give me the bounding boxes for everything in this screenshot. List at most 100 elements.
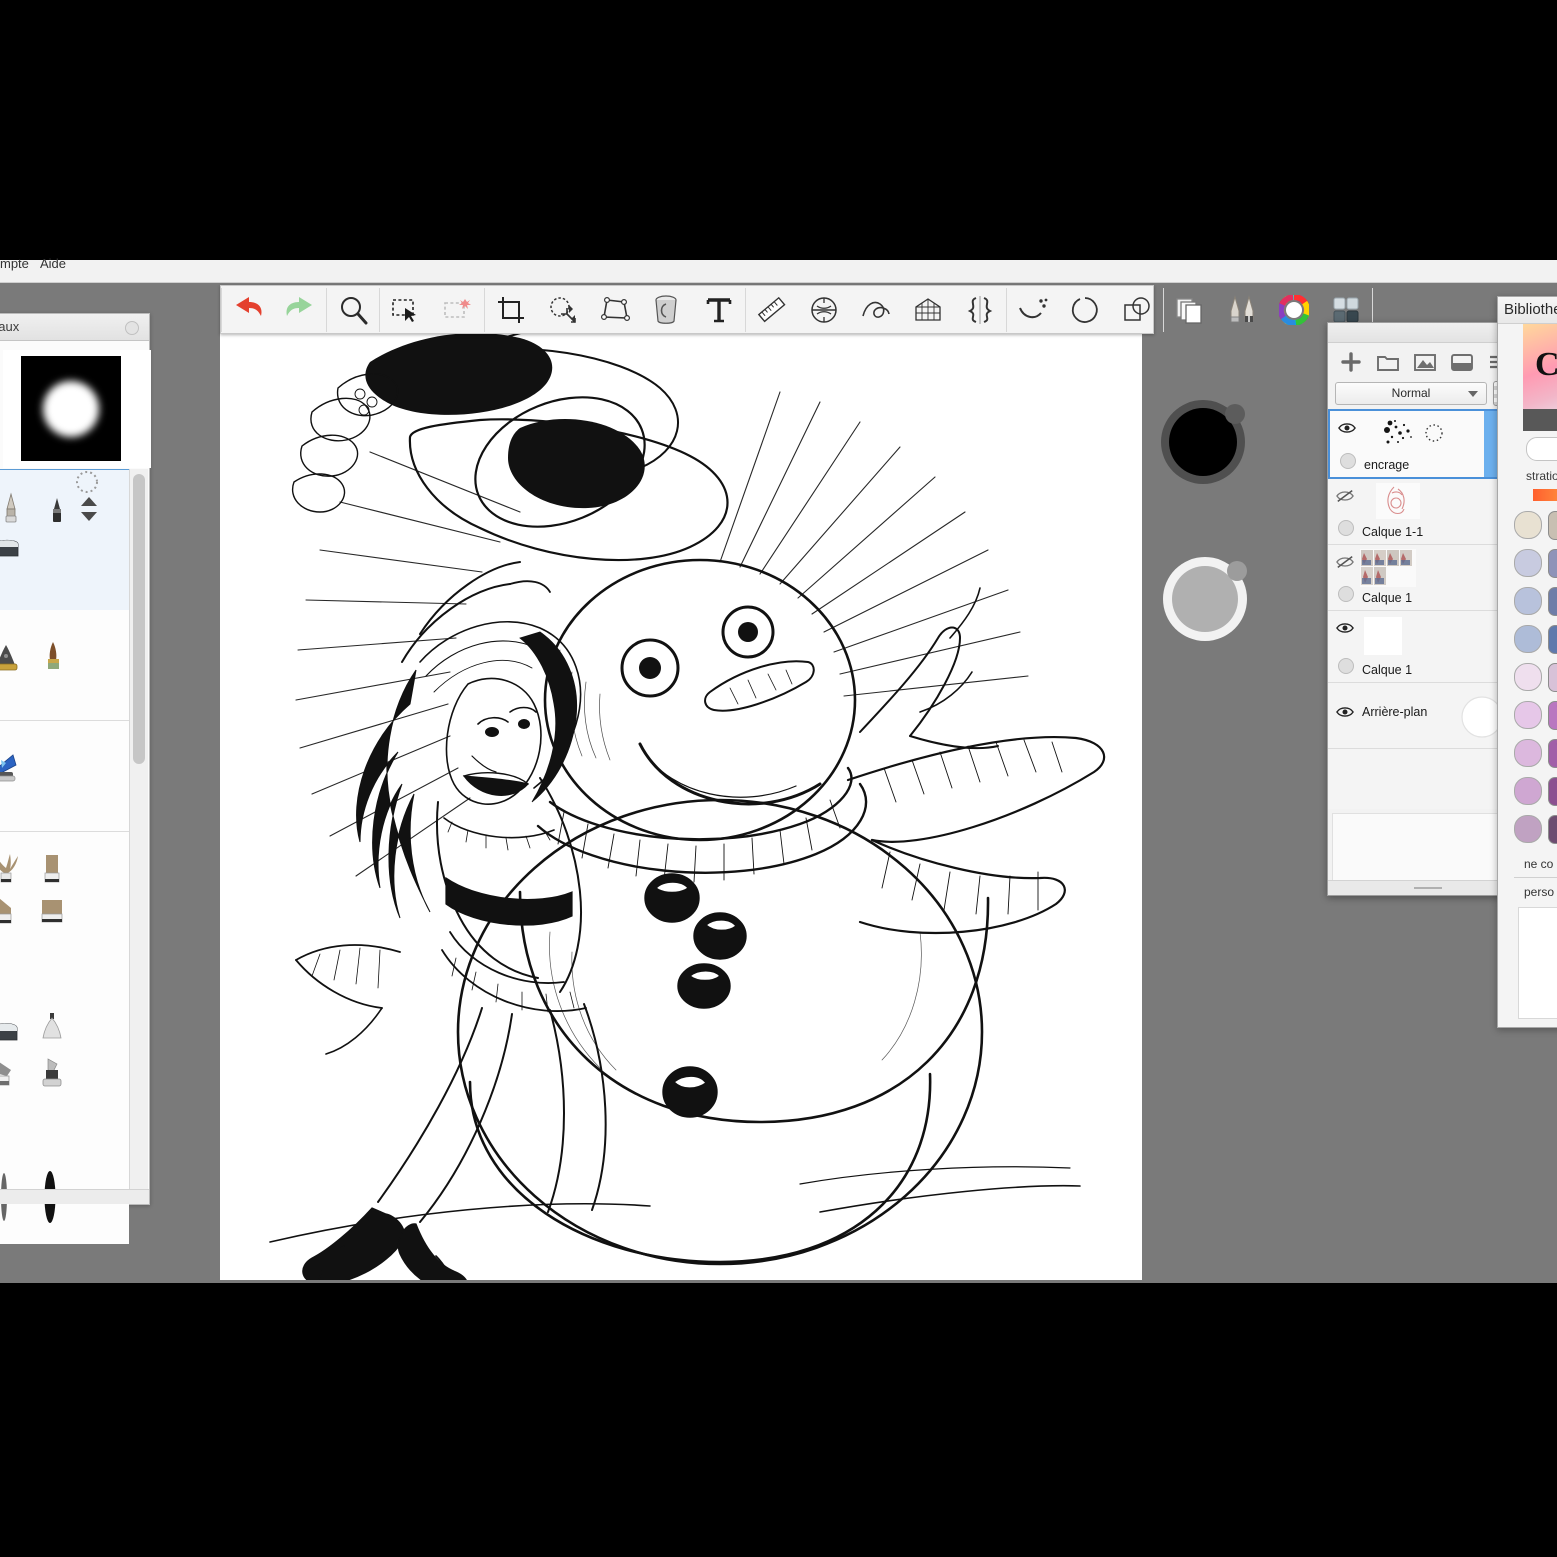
eraser-icon[interactable]	[0, 1014, 23, 1048]
shape-boolean-icon[interactable]	[1111, 287, 1163, 332]
menu-item-compte[interactable]: mpte	[0, 256, 29, 271]
swatch-pill[interactable]: V9	[1548, 815, 1557, 844]
swatch-dot[interactable]	[1514, 511, 1542, 539]
move-icon[interactable]	[537, 287, 589, 332]
brushes-scrollbar-thumb[interactable]	[133, 474, 145, 764]
eraser-block-icon[interactable]	[0, 532, 24, 566]
dotted-circle-icon[interactable]	[70, 465, 104, 499]
swatch-dot[interactable]	[1514, 815, 1542, 843]
brush-group-bristle[interactable]	[0, 832, 129, 995]
swatch-pill[interactable]: V1	[1548, 701, 1557, 730]
swatch-pill[interactable]: V0	[1548, 777, 1557, 806]
layer-thumbnail[interactable]	[1360, 549, 1416, 587]
library-swatch-row[interactable]: V0	[1514, 775, 1557, 807]
round-brush-icon[interactable]	[36, 638, 70, 672]
eye-hidden-icon[interactable]	[1336, 489, 1354, 503]
grid-icon[interactable]	[902, 287, 954, 332]
menu-item-aide[interactable]: Aide	[40, 256, 66, 271]
airbrush-icon[interactable]	[0, 751, 23, 785]
library-search-input[interactable]	[1526, 437, 1557, 461]
canvas-area[interactable]	[220, 332, 1142, 1280]
chisel-tool-icon[interactable]	[0, 1056, 23, 1090]
library-swatch-row[interactable]: B7 00	[1514, 509, 1557, 541]
symmetry-icon[interactable]	[954, 287, 1006, 332]
marker-tool-icon[interactable]	[35, 1056, 69, 1090]
transform-icon[interactable]	[589, 287, 641, 332]
layer-thumbnail[interactable]	[1376, 483, 1420, 519]
lasso-icon[interactable]	[1007, 287, 1059, 332]
wide-brush-icon[interactable]	[35, 894, 69, 928]
swatch-pill[interactable]: B7 2	[1548, 587, 1557, 616]
library-cover-image[interactable]: C	[1523, 324, 1557, 409]
library-swatch-row[interactable]: B7 2	[1514, 585, 1557, 617]
swatch-dot[interactable]	[1514, 739, 1542, 767]
eye-visible-icon[interactable]	[1336, 621, 1354, 635]
brushes-panel[interactable]: eaux	[0, 313, 151, 1244]
cone-tool-icon[interactable]	[35, 1010, 69, 1044]
fill-bucket-icon[interactable]	[641, 287, 693, 332]
swatch-pill[interactable]: B7 1	[1548, 625, 1557, 654]
crop-icon[interactable]	[485, 287, 537, 332]
library-swatch-row[interactable]: V0	[1514, 737, 1557, 769]
fan-brush-icon[interactable]	[0, 852, 23, 886]
library-swatch-row[interactable]: B7 1	[1514, 623, 1557, 655]
perspective-icon[interactable]	[798, 287, 850, 332]
new-folder-icon[interactable]	[1371, 347, 1405, 377]
layer-lock-toggle[interactable]	[1338, 520, 1354, 536]
swatch-dot[interactable]	[1514, 625, 1542, 653]
eye-hidden-icon[interactable]	[1336, 555, 1354, 569]
zoom-icon[interactable]	[327, 287, 379, 332]
resize-grip[interactable]	[1414, 887, 1442, 889]
chevron-down-icon[interactable]	[1468, 390, 1478, 397]
main-toolbar[interactable]	[220, 285, 1373, 334]
angle-brush-icon[interactable]	[0, 894, 23, 928]
import-image-icon[interactable]	[1408, 347, 1442, 377]
brush-group-eraser[interactable]	[0, 994, 129, 1150]
text-icon[interactable]	[693, 287, 745, 332]
brush-pair-icon[interactable]	[1216, 287, 1268, 332]
swatch-dot[interactable]	[1514, 777, 1542, 805]
layer-lock-toggle[interactable]	[1338, 658, 1354, 674]
swatch-dot[interactable]	[1514, 701, 1542, 729]
library-swatch-row[interactable]: V9	[1514, 813, 1557, 845]
layer-mask-icon[interactable]	[1445, 347, 1479, 377]
ink-pen-icon[interactable]	[0, 640, 23, 674]
undo-icon[interactable]	[222, 287, 274, 332]
brush-group-ink[interactable]	[0, 610, 129, 721]
library-swatch-row[interactable]: V 00	[1514, 661, 1557, 693]
eye-visible-icon[interactable]	[1338, 421, 1356, 435]
brush-group-airbrush[interactable]	[0, 721, 129, 832]
background-color-orb[interactable]	[1161, 553, 1253, 645]
swatch-dot[interactable]	[1514, 663, 1542, 691]
panel-collapse-icon[interactable]	[125, 321, 139, 335]
marker-pen-icon[interactable]	[40, 494, 74, 528]
layer-thumbnail[interactable]	[1376, 415, 1472, 453]
brush-group-pen[interactable]	[0, 469, 131, 611]
swatch-pill[interactable]: B7 1	[1548, 549, 1557, 578]
swatch-pill[interactable]: B7 00	[1548, 511, 1557, 540]
layer-lock-toggle[interactable]	[1340, 453, 1356, 469]
swatch-pill[interactable]: V0	[1548, 739, 1557, 768]
ruler-icon[interactable]	[746, 287, 798, 332]
blend-mode-select[interactable]: Normal	[1335, 381, 1487, 405]
color-wheel-icon[interactable]	[1268, 287, 1320, 332]
swatch-dot[interactable]	[1514, 549, 1542, 577]
swatch-dot[interactable]	[1514, 587, 1542, 615]
curve-icon[interactable]	[850, 287, 902, 332]
library-panel[interactable]: Bibliothe C stratio B7 00 B7 1 B7 2 B7 1…	[1497, 296, 1557, 1028]
eye-visible-icon[interactable]	[1336, 705, 1354, 719]
ellipse-icon[interactable]	[1059, 287, 1111, 332]
add-layer-icon[interactable]	[1334, 347, 1368, 377]
nib-pen-icon[interactable]	[0, 492, 28, 526]
library-swatch-row[interactable]: V1	[1514, 699, 1557, 731]
library-swatch-row[interactable]: B7 1	[1514, 547, 1557, 579]
foreground-color-orb[interactable]	[1159, 396, 1251, 488]
flat-brush-icon[interactable]	[35, 852, 69, 886]
layer-lock-toggle[interactable]	[1338, 586, 1354, 602]
copy-layers-icon[interactable]	[1164, 287, 1216, 332]
layer-thumbnail[interactable]	[1364, 617, 1402, 655]
brushes-scrollbar[interactable]	[129, 469, 148, 1204]
deselect-icon[interactable]	[432, 287, 484, 332]
select-rect-icon[interactable]	[380, 287, 432, 332]
redo-icon[interactable]	[274, 287, 326, 332]
